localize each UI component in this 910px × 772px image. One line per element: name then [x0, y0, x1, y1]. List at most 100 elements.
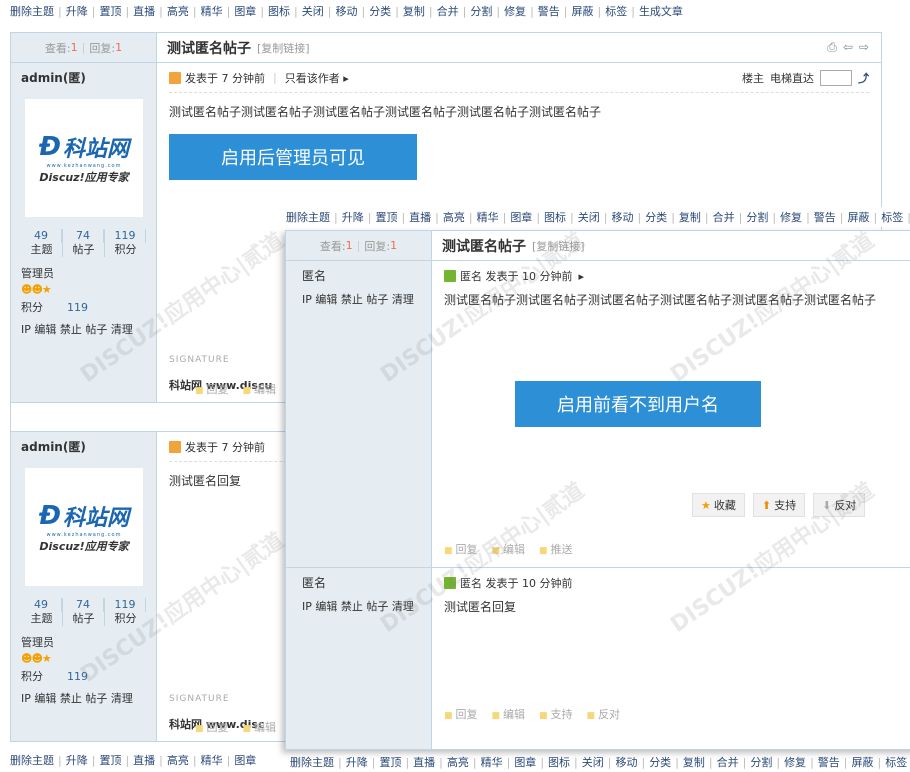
mod-action-0[interactable]: 删除主题 — [10, 3, 54, 19]
mod-action-4[interactable]: 高亮 — [443, 209, 465, 225]
expand-arrow-icon[interactable]: ▸ — [579, 270, 585, 283]
admin-actions[interactable]: IP 编辑 禁止 帖子 清理 — [302, 291, 421, 307]
user-role[interactable]: 管理员 — [21, 265, 146, 281]
support-button[interactable]: ⬆ 支持 — [752, 493, 806, 517]
mod-action-6[interactable]: 图章 — [514, 754, 536, 770]
user-posts[interactable]: 74 帖子 — [63, 229, 105, 257]
mod-action-2[interactable]: 置顶 — [99, 3, 121, 19]
mod-action-3[interactable]: 直播 — [133, 3, 155, 19]
avatar[interactable]: Đ 科站网 www.kezhanwang.com Discuz!应用专家 — [25, 468, 143, 586]
mod-action-3[interactable]: 直播 — [133, 752, 155, 768]
mod-action-1[interactable]: 升降 — [66, 752, 88, 768]
mod-action-8[interactable]: 关闭 — [582, 754, 604, 770]
mod-action-0[interactable]: 删除主题 — [286, 209, 330, 225]
copy-link[interactable]: [复制链接] — [257, 40, 310, 56]
favorite-button[interactable]: ★ 收藏 — [692, 493, 745, 517]
mod-action-1[interactable]: 升降 — [342, 209, 364, 225]
mod-action-14[interactable]: 修复 — [504, 3, 526, 19]
mod-action-11[interactable]: 复制 — [683, 754, 705, 770]
mod-action-13[interactable]: 分割 — [750, 754, 772, 770]
mod-action-16[interactable]: 屏蔽 — [852, 754, 874, 770]
jump-icon[interactable]: ⤴ — [858, 70, 869, 86]
user-role[interactable]: 管理员 — [21, 634, 146, 650]
mod-action-3[interactable]: 直播 — [413, 754, 435, 770]
mod-action-2[interactable]: 置顶 — [99, 752, 121, 768]
mod-action-5[interactable]: 精华 — [477, 209, 499, 225]
support-link[interactable]: 支持 — [539, 706, 573, 722]
mod-action-12[interactable]: 合并 — [717, 754, 739, 770]
mod-action-14[interactable]: 修复 — [780, 209, 802, 225]
mod-action-9[interactable]: 移动 — [335, 3, 357, 19]
floor-jump-input[interactable] — [820, 69, 852, 86]
mod-action-13[interactable]: 分割 — [470, 3, 492, 19]
mod-action-5[interactable]: 精华 — [481, 754, 503, 770]
mod-action-17[interactable]: 标签 — [605, 3, 627, 19]
user-credits[interactable]: 119 积分 — [105, 598, 146, 626]
mod-action-12[interactable]: 合并 — [713, 209, 735, 225]
mod-action-15[interactable]: 警告 — [818, 754, 840, 770]
mod-action-9[interactable]: 移动 — [615, 754, 637, 770]
mod-action-16[interactable]: 屏蔽 — [848, 209, 870, 225]
mod-action-14[interactable]: 修复 — [784, 754, 806, 770]
only-author-link[interactable]: 只看该作者 ▸ — [285, 70, 349, 86]
mod-action-15[interactable]: 警告 — [814, 209, 836, 225]
mod-action-5[interactable]: 精华 — [201, 752, 223, 768]
mod-action-7[interactable]: 图标 — [268, 3, 290, 19]
mod-action-17[interactable]: 标签 — [885, 754, 907, 770]
mod-action-0[interactable]: 删除主题 — [10, 752, 54, 768]
author-name[interactable]: admin(匿) — [21, 432, 146, 462]
mod-action-11[interactable]: 复制 — [679, 209, 701, 225]
admin-actions[interactable]: IP 编辑 禁止 帖子 清理 — [21, 321, 146, 337]
reply-button[interactable]: 回复 — [195, 381, 229, 397]
mod-action-12[interactable]: 合并 — [437, 3, 459, 19]
mod-action-0[interactable]: 删除主题 — [290, 754, 334, 770]
mod-action-10[interactable]: 分类 — [649, 754, 671, 770]
oppose-button[interactable]: ⬇ 反对 — [813, 493, 866, 517]
author-name[interactable]: admin(匿) — [21, 63, 146, 93]
reply-button[interactable]: 回复 — [444, 541, 478, 557]
mod-action-4[interactable]: 高亮 — [167, 752, 189, 768]
mod-action-6[interactable]: 图章 — [234, 3, 256, 19]
mod-action-10[interactable]: 分类 — [645, 209, 667, 225]
author-name[interactable]: 匿名 — [302, 261, 421, 291]
mod-action-4[interactable]: 高亮 — [167, 3, 189, 19]
next-thread-icon[interactable]: ⇨ — [859, 40, 869, 55]
mod-action-10[interactable]: 分类 — [369, 3, 391, 19]
mod-action-16[interactable]: 屏蔽 — [572, 3, 594, 19]
mod-action-9[interactable]: 移动 — [611, 209, 633, 225]
mod-action-17[interactable]: 标签 — [881, 209, 903, 225]
print-icon[interactable]: ⎙ — [827, 40, 837, 55]
mod-action-18[interactable]: 生成文章 — [639, 3, 683, 19]
mod-action-8[interactable]: 关闭 — [302, 3, 324, 19]
avatar[interactable]: Đ 科站网 www.kezhanwang.com Discuz!应用专家 — [25, 99, 143, 217]
mod-action-6[interactable]: 图章 — [234, 752, 256, 768]
mod-action-1[interactable]: 升降 — [66, 3, 88, 19]
edit-button[interactable]: 编辑 — [492, 706, 525, 722]
edit-button[interactable]: 编辑 — [492, 541, 525, 557]
mod-action-8[interactable]: 关闭 — [578, 209, 600, 225]
mod-action-3[interactable]: 直播 — [409, 209, 431, 225]
oppose-link[interactable]: 反对 — [587, 706, 620, 722]
mod-action-15[interactable]: 警告 — [538, 3, 560, 19]
mod-action-7[interactable]: 图标 — [548, 754, 570, 770]
mod-action-6[interactable]: 图章 — [510, 209, 532, 225]
mod-action-4[interactable]: 高亮 — [447, 754, 469, 770]
mod-action-5[interactable]: 精华 — [201, 3, 223, 19]
mod-action-13[interactable]: 分割 — [746, 209, 768, 225]
mod-action-2[interactable]: 置顶 — [379, 754, 401, 770]
edit-button[interactable]: 编辑 — [243, 381, 276, 397]
mod-action-11[interactable]: 复制 — [403, 3, 425, 19]
admin-actions[interactable]: IP 编辑 禁止 帖子 清理 — [302, 598, 421, 614]
edit-button[interactable]: 编辑 — [243, 719, 276, 735]
author-name[interactable]: 匿名 — [302, 568, 421, 598]
user-credits[interactable]: 119 积分 — [105, 229, 146, 257]
user-posts[interactable]: 74 帖子 — [63, 598, 105, 626]
prev-thread-icon[interactable]: ⇦ — [843, 40, 853, 55]
reply-button[interactable]: 回复 — [195, 719, 229, 735]
push-button[interactable]: 推送 — [539, 541, 573, 557]
mod-action-1[interactable]: 升降 — [346, 754, 368, 770]
user-threads[interactable]: 49 主题 — [21, 229, 63, 257]
admin-actions[interactable]: IP 编辑 禁止 帖子 清理 — [21, 690, 146, 706]
mod-action-7[interactable]: 图标 — [544, 209, 566, 225]
mod-action-2[interactable]: 置顶 — [375, 209, 397, 225]
